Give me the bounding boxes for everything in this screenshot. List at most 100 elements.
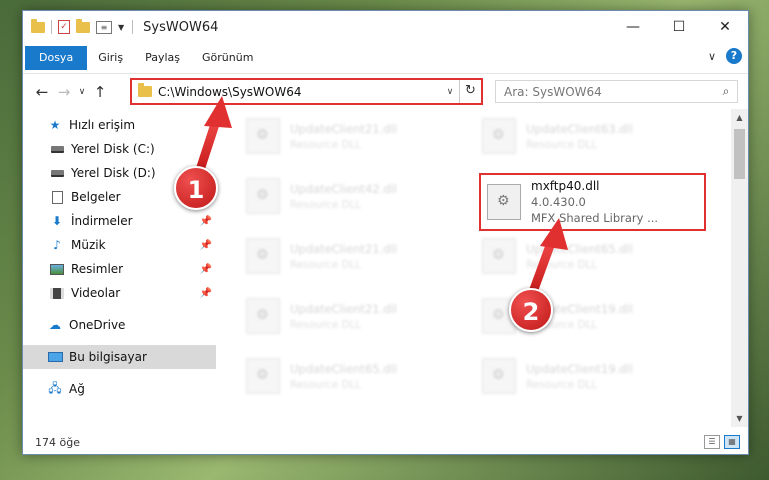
title-bar: ✓ ≡ ▼ SysWOW64 — ☐ ✕ xyxy=(23,11,748,43)
dll-file-icon xyxy=(482,118,516,154)
pin-icon[interactable]: 📌 xyxy=(200,216,212,227)
file-item[interactable]: UpdateClient19.dll Resource DLL xyxy=(474,351,699,401)
nav-item-label: Belgeler xyxy=(71,190,121,204)
ribbon-right: ∨ ? xyxy=(708,48,742,64)
download-icon: ⬇ xyxy=(51,214,63,228)
maximize-button[interactable]: ☐ xyxy=(656,11,702,43)
file-description: Resource DLL xyxy=(290,378,362,391)
scroll-up-icon[interactable]: ▲ xyxy=(731,109,748,126)
scrollbar-thumb[interactable] xyxy=(734,129,745,179)
help-button[interactable]: ? xyxy=(726,48,742,64)
nav-item-label: Yerel Disk (C:) xyxy=(71,142,155,156)
address-dropdown-icon[interactable]: ∨ xyxy=(441,87,459,97)
details-view-icon[interactable]: ☰ xyxy=(704,435,720,449)
nav-item-label: Ağ xyxy=(69,382,85,396)
nav-item-downloads[interactable]: ⬇ İndirmeler 📌 xyxy=(23,209,216,233)
address-bar[interactable]: C:\Windows\SysWOW64 ∨ ↻ xyxy=(130,78,483,105)
close-button[interactable]: ✕ xyxy=(702,11,748,43)
tab-gorunum[interactable]: Görünüm xyxy=(191,46,264,70)
window-title: SysWOW64 xyxy=(143,19,219,35)
dll-file-icon xyxy=(246,298,280,334)
file-item[interactable]: UpdateClient63.dll Resource DLL xyxy=(474,111,699,161)
status-bar: 174 öğe ☰ ▦ xyxy=(23,431,748,454)
minimize-button[interactable]: — xyxy=(610,11,656,43)
scroll-down-icon[interactable]: ▼ xyxy=(731,410,748,427)
chevron-down-icon[interactable]: ∨ xyxy=(708,50,716,63)
file-name: UpdateClient65.dll xyxy=(290,361,397,376)
tab-dosya[interactable]: Dosya xyxy=(25,46,88,70)
file-item[interactable]: UpdateClient65.dll Resource DLL xyxy=(474,231,699,281)
content-area: ★ Hızlı erişim Yerel Disk (C:) Yerel Dis… xyxy=(23,109,748,427)
explorer-window: ✓ ≡ ▼ SysWOW64 — ☐ ✕ Dosya Giriş Paylaş … xyxy=(22,10,749,455)
step-one-badge: 1 xyxy=(174,166,218,210)
file-item[interactable]: UpdateClient42.dll Resource DLL xyxy=(238,171,463,221)
nav-item-label: Hızlı erişim xyxy=(69,118,136,132)
file-name: UpdateClient63.dll xyxy=(526,121,633,136)
up-arrow-icon[interactable]: ↑ xyxy=(89,83,111,101)
quick-access-toolbar: ✓ ≡ ▼ xyxy=(23,18,124,34)
tab-paylas[interactable]: Paylaş xyxy=(134,46,191,70)
file-item[interactable]: UpdateClient21.dll Resource DLL xyxy=(238,231,463,281)
file-item[interactable]: UpdateClient19.dll Resource DLL xyxy=(474,291,699,341)
tiles-view-icon[interactable]: ▦ xyxy=(724,435,740,449)
folder-icon xyxy=(31,18,45,33)
file-name: UpdateClient21.dll xyxy=(290,241,397,256)
dll-file-icon xyxy=(246,118,280,154)
folder-icon xyxy=(138,83,152,97)
file-item[interactable]: UpdateClient21.dll Resource DLL xyxy=(238,111,463,161)
step-two-badge: 2 xyxy=(509,288,553,332)
disk-icon xyxy=(49,142,65,156)
disk-icon xyxy=(49,166,65,180)
dll-file-icon xyxy=(482,238,516,274)
computer-icon xyxy=(47,350,63,364)
toolbar-separator xyxy=(51,20,52,34)
nav-item-quick-access[interactable]: ★ Hızlı erişim xyxy=(23,113,216,137)
refresh-icon[interactable]: ↻ xyxy=(459,80,481,103)
dll-file-icon xyxy=(246,358,280,394)
forward-arrow-icon[interactable]: → xyxy=(53,83,75,101)
search-icon[interactable]: ⌕ xyxy=(715,84,737,99)
dll-file-icon xyxy=(482,358,516,394)
nav-item-this-pc[interactable]: Bu bilgisayar xyxy=(23,345,216,369)
title-separator xyxy=(132,20,134,34)
dll-file-icon xyxy=(246,238,280,274)
search-box[interactable]: Ara: SysWOW64 ⌕ xyxy=(495,80,738,103)
file-item[interactable]: UpdateClient21.dll Resource DLL xyxy=(238,291,463,341)
vertical-scrollbar[interactable]: ▲ ▼ xyxy=(731,109,748,427)
nav-item-disk-c[interactable]: Yerel Disk (C:) xyxy=(23,137,216,161)
file-description: Resource DLL xyxy=(290,318,362,331)
view-buttons: ☰ ▦ xyxy=(704,435,740,449)
file-description: Resource DLL xyxy=(526,258,598,271)
file-name: UpdateClient42.dll xyxy=(290,181,397,196)
recent-locations-dropdown-icon[interactable]: ∨ xyxy=(75,87,89,97)
pin-icon[interactable]: 📌 xyxy=(200,288,212,299)
back-arrow-icon[interactable]: ← xyxy=(31,83,53,101)
videos-icon xyxy=(49,286,65,300)
network-icon: 🖧 xyxy=(48,380,62,395)
nav-item-pictures[interactable]: Resimler 📌 xyxy=(23,257,216,281)
nav-item-label: Yerel Disk (D:) xyxy=(71,166,156,180)
nav-item-network[interactable]: 🖧 Ağ xyxy=(23,377,216,401)
nav-item-label: Videolar xyxy=(71,286,121,300)
pin-icon[interactable]: 📌 xyxy=(200,240,212,251)
nav-item-label: Bu bilgisayar xyxy=(69,350,147,364)
file-description: Resource DLL xyxy=(290,138,362,151)
nav-item-onedrive[interactable]: ☁ OneDrive xyxy=(23,313,216,337)
nav-item-label: İndirmeler xyxy=(71,214,133,228)
properties-icon[interactable]: ✓ xyxy=(58,20,70,34)
quick-access-dropdown-icon[interactable]: ▼ xyxy=(118,23,124,32)
nav-item-music[interactable]: ♪ Müzik 📌 xyxy=(23,233,216,257)
file-description: Resource DLL xyxy=(290,198,362,211)
customize-toolbar-icon[interactable]: ≡ xyxy=(96,20,112,34)
pin-icon[interactable]: 📌 xyxy=(200,264,212,275)
nav-item-videos[interactable]: Videolar 📌 xyxy=(23,281,216,305)
tab-giris[interactable]: Giriş xyxy=(87,46,134,70)
file-item-highlighted[interactable]: mxftp40.dll 4.0.430.0 MFX Shared Library… xyxy=(479,173,706,231)
address-path[interactable]: C:\Windows\SysWOW64 xyxy=(158,85,441,99)
file-list: UpdateClient21.dll Resource DLL UpdateCl… xyxy=(216,109,731,427)
new-folder-icon[interactable] xyxy=(76,18,90,33)
file-item[interactable]: UpdateClient65.dll Resource DLL xyxy=(238,351,463,401)
nav-item-label: OneDrive xyxy=(69,318,126,332)
search-input[interactable]: Ara: SysWOW64 xyxy=(504,85,715,99)
dll-file-icon xyxy=(487,184,521,220)
